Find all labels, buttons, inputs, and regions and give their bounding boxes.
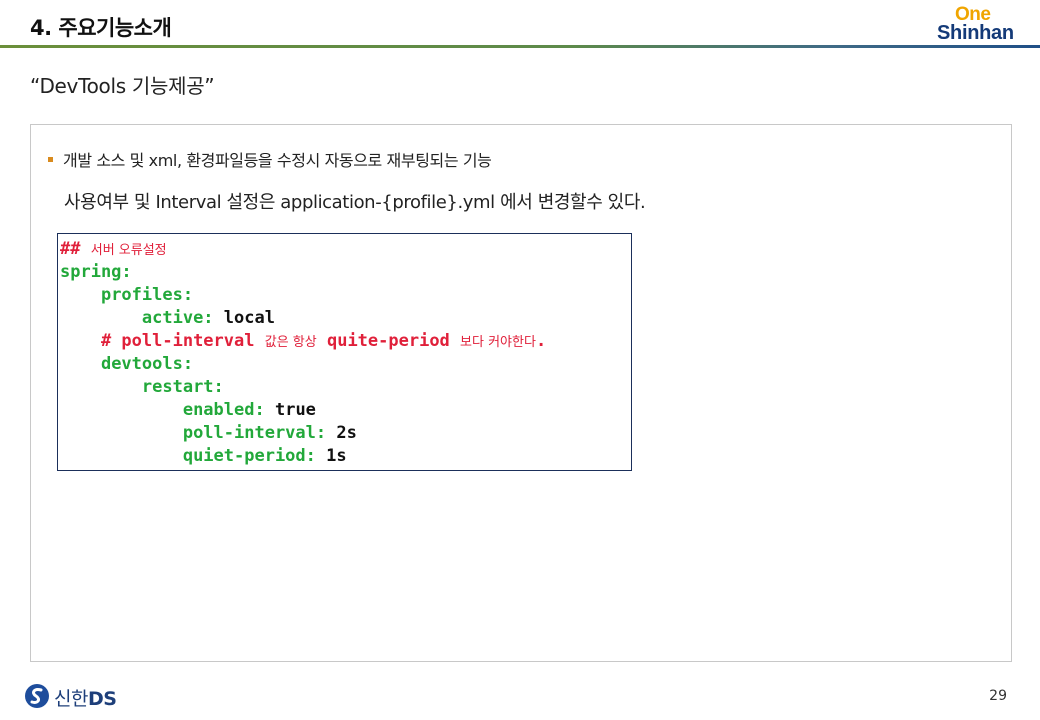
code-line-2: spring:: [60, 262, 132, 282]
code-line-9: poll-interval: 2s: [182, 423, 357, 443]
code-line-3: profiles:: [100, 285, 194, 305]
bullet-item: 개발 소스 및 xml, 환경파일등을 수정시 자동으로 재부팅되는 기능: [48, 147, 492, 171]
section-title: 4. 주요기능소개: [30, 16, 172, 40]
code-line-7: restart:: [141, 377, 224, 397]
bullet-marker-icon: [48, 157, 53, 162]
one-shinhan-logo-shinhan: Shinhan: [937, 22, 1014, 44]
code-line-8: enabled: true: [182, 400, 316, 420]
bullet-text: 개발 소스 및 xml, 환경파일등을 수정시 자동으로 재부팅되는 기능: [63, 151, 492, 170]
page-number: 29: [989, 688, 1007, 704]
info-text: 사용여부 및 Interval 설정은 application-{profile…: [64, 192, 646, 213]
yaml-code-block: ## 서버 오류설정 spring: profiles: active: loc…: [57, 233, 632, 471]
shinhan-logo-icon: [25, 684, 49, 708]
code-line-1: ## 서버 오류설정: [60, 239, 167, 259]
code-line-4: active: local: [141, 308, 275, 328]
code-line-10: quiet-period: 1s: [182, 446, 347, 466]
code-line-6: devtools:: [100, 354, 194, 374]
code-line-5: # poll-interval 값은 항상 quite-period 보다 커야…: [100, 331, 547, 351]
footer-brand: 신한DS: [54, 688, 117, 710]
header-divider: [0, 45, 1040, 48]
slide-subtitle: “DevTools 기능제공”: [30, 74, 215, 98]
